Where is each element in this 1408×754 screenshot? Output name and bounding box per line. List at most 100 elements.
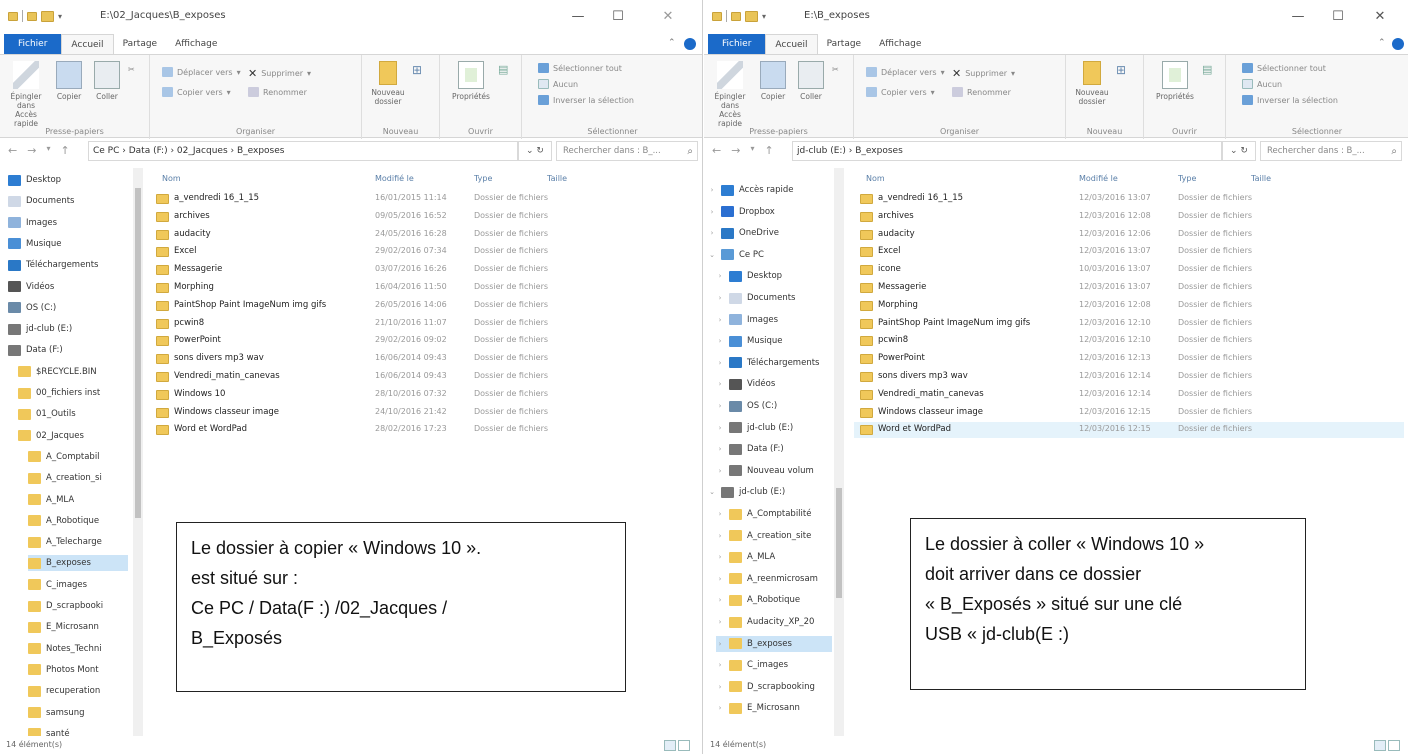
- nav-item[interactable]: Data (F:): [8, 342, 128, 358]
- cut-icon[interactable]: ✂: [128, 65, 135, 74]
- nav-item[interactable]: Images: [8, 215, 128, 231]
- expand-icon[interactable]: ›: [716, 575, 724, 583]
- nav-scrollbar[interactable]: [133, 168, 143, 736]
- file-row[interactable]: Vendredi_matin_canevas 12/03/2016 12:14 Do…: [854, 387, 1404, 403]
- close-button[interactable]: ✕: [1360, 4, 1400, 30]
- file-row[interactable]: pcwin8 21/10/2016 11:07 Dossier de fichier…: [150, 316, 698, 332]
- delete-button[interactable]: ✕ Supprimer ▾: [248, 67, 311, 80]
- nav-item[interactable]: A_creation_si: [28, 470, 128, 486]
- expand-icon[interactable]: ›: [716, 532, 724, 540]
- minimize-button[interactable]: —: [558, 4, 598, 30]
- file-row[interactable]: PowerPoint 29/02/2016 09:02 Dossier de fic…: [150, 333, 698, 349]
- nav-item[interactable]: › OS (C:): [716, 398, 832, 414]
- open-icon[interactable]: ▤: [498, 63, 508, 76]
- nav-item[interactable]: › Images: [716, 312, 832, 328]
- nav-item[interactable]: › Desktop: [716, 268, 832, 284]
- nav-item[interactable]: › A_reenmicrosam: [716, 571, 832, 587]
- back-icon[interactable]: ←: [712, 144, 721, 157]
- new-item-icon[interactable]: ⊞: [1116, 63, 1126, 77]
- nav-item[interactable]: › D_scrapbooking: [716, 679, 832, 695]
- nav-item[interactable]: Vidéos: [8, 279, 128, 295]
- details-view-icon[interactable]: [1374, 740, 1386, 751]
- close-button[interactable]: ✕: [648, 4, 688, 30]
- expand-icon[interactable]: ›: [716, 294, 724, 302]
- file-row[interactable]: sons divers mp3 wav 12/03/2016 12:14 Dossi…: [854, 369, 1404, 385]
- new-folder-icon[interactable]: [41, 10, 54, 22]
- pin-button[interactable]: Épingler dans Accès rapide: [6, 61, 46, 128]
- nav-item[interactable]: santé: [28, 726, 128, 736]
- file-row[interactable]: Vendredi_matin_canevas 16/06/2014 09:43 Do…: [150, 369, 698, 385]
- copy-button[interactable]: Copier: [756, 61, 790, 101]
- search-input[interactable]: Rechercher dans : B_... ⌕: [556, 141, 698, 161]
- file-row[interactable]: archives 09/05/2016 16:52 Dossier de fichi…: [150, 209, 698, 225]
- nav-item[interactable]: samsung: [28, 705, 128, 721]
- pin-button[interactable]: Épingler dans Accès rapide: [710, 61, 750, 128]
- nav-item[interactable]: › Vidéos: [716, 376, 832, 392]
- tab-home[interactable]: Accueil: [765, 34, 818, 54]
- expand-icon[interactable]: ›: [716, 618, 724, 626]
- help-icon[interactable]: [1392, 38, 1404, 50]
- nav-item[interactable]: Téléchargements: [8, 257, 128, 273]
- expand-icon[interactable]: ›: [716, 445, 724, 453]
- rename-button[interactable]: Renommer: [952, 87, 1011, 97]
- properties-icon[interactable]: [731, 11, 741, 21]
- properties-button[interactable]: Propriétés: [448, 61, 494, 101]
- paste-button[interactable]: Coller: [90, 61, 124, 101]
- up-icon[interactable]: ↑: [60, 144, 69, 157]
- large-icons-view-icon[interactable]: [678, 740, 690, 751]
- open-icon[interactable]: ▤: [1202, 63, 1212, 76]
- file-row[interactable]: Windows classeur image 12/03/2016 12:15 Do…: [854, 405, 1404, 421]
- select-none-button[interactable]: Aucun: [1242, 79, 1282, 89]
- expand-icon[interactable]: ›: [708, 229, 716, 237]
- file-row[interactable]: Word et WordPad 12/03/2016 12:15 Dossier d…: [854, 422, 1404, 439]
- expand-icon[interactable]: ›: [716, 424, 724, 432]
- nav-item[interactable]: A_Telecharge: [28, 534, 128, 550]
- tab-view[interactable]: Affichage: [166, 34, 226, 54]
- file-row[interactable]: Messagerie 03/07/2016 16:26 Dossier de fic…: [150, 262, 698, 278]
- file-row[interactable]: sons divers mp3 wav 16/06/2014 09:43 Dossi…: [150, 351, 698, 367]
- expand-icon[interactable]: ›: [716, 683, 724, 691]
- file-row[interactable]: PowerPoint 12/03/2016 12:13 Dossier de fic…: [854, 351, 1404, 367]
- nav-item[interactable]: › Musique: [716, 333, 832, 349]
- nav-item[interactable]: › Téléchargements: [716, 355, 832, 371]
- expand-icon[interactable]: ›: [716, 402, 724, 410]
- copy-to-button[interactable]: Copier vers ▾: [866, 87, 935, 97]
- column-name[interactable]: Nom: [162, 174, 181, 183]
- file-row[interactable]: audacity 24/05/2016 16:28 Dossier de fichi…: [150, 227, 698, 243]
- rename-button[interactable]: Renommer: [248, 87, 307, 97]
- file-row[interactable]: Messagerie 12/03/2016 13:07 Dossier de fic…: [854, 280, 1404, 296]
- back-icon[interactable]: ←: [8, 144, 17, 157]
- file-row[interactable]: Morphing 12/03/2016 12:08 Dossier de fichi…: [854, 298, 1404, 314]
- file-row[interactable]: a_vendredi 16_1_15 16/01/2015 11:14 Dossie…: [150, 191, 698, 207]
- forward-icon[interactable]: →: [731, 144, 740, 157]
- delete-button[interactable]: ✕ Supprimer ▾: [952, 67, 1015, 80]
- file-row[interactable]: PaintShop Paint ImageNum img gifs 26/05/2…: [150, 298, 698, 314]
- address-bar[interactable]: Ce PC › Data (F:) › 02_Jacques › B_expos…: [88, 141, 518, 161]
- expand-icon[interactable]: ›: [716, 661, 724, 669]
- tab-file[interactable]: Fichier: [708, 34, 766, 54]
- help-icon[interactable]: [684, 38, 696, 50]
- nav-item[interactable]: ⌄ jd-club (E:): [708, 484, 832, 500]
- file-row[interactable]: archives 12/03/2016 12:08 Dossier de fichi…: [854, 209, 1404, 225]
- nav-item[interactable]: › C_images: [716, 657, 832, 673]
- address-bar[interactable]: jd-club (E:) › B_exposes: [792, 141, 1222, 161]
- maximize-button[interactable]: ☐: [598, 4, 638, 30]
- file-row[interactable]: Word et WordPad 28/02/2016 17:23 Dossier d…: [150, 422, 698, 438]
- column-size[interactable]: Taille: [1251, 174, 1271, 183]
- nav-item[interactable]: › Accès rapide: [708, 182, 832, 198]
- tab-file[interactable]: Fichier: [4, 34, 62, 54]
- column-modified[interactable]: Modifié le: [375, 174, 414, 183]
- nav-item[interactable]: › A_Comptabilité: [716, 506, 832, 522]
- move-to-button[interactable]: Déplacer vers ▾: [162, 67, 241, 77]
- select-all-button[interactable]: Sélectionner tout: [538, 63, 622, 73]
- properties-button[interactable]: Propriétés: [1152, 61, 1198, 101]
- file-row[interactable]: a_vendredi 16_1_15 12/03/2016 13:07 Dossie…: [854, 191, 1404, 207]
- nav-item[interactable]: 01_Outils: [18, 406, 128, 422]
- nav-item[interactable]: › A_MLA: [716, 549, 832, 565]
- nav-item[interactable]: B_exposes: [28, 555, 128, 572]
- file-row[interactable]: Excel 12/03/2016 13:07 Dossier de fichiers: [854, 244, 1404, 260]
- file-row[interactable]: Windows 10 28/10/2016 07:32 Dossier de fic…: [150, 387, 698, 403]
- column-modified[interactable]: Modifié le: [1079, 174, 1118, 183]
- file-row[interactable]: Morphing 16/04/2016 11:50 Dossier de fichi…: [150, 280, 698, 296]
- details-view-icon[interactable]: [664, 740, 676, 751]
